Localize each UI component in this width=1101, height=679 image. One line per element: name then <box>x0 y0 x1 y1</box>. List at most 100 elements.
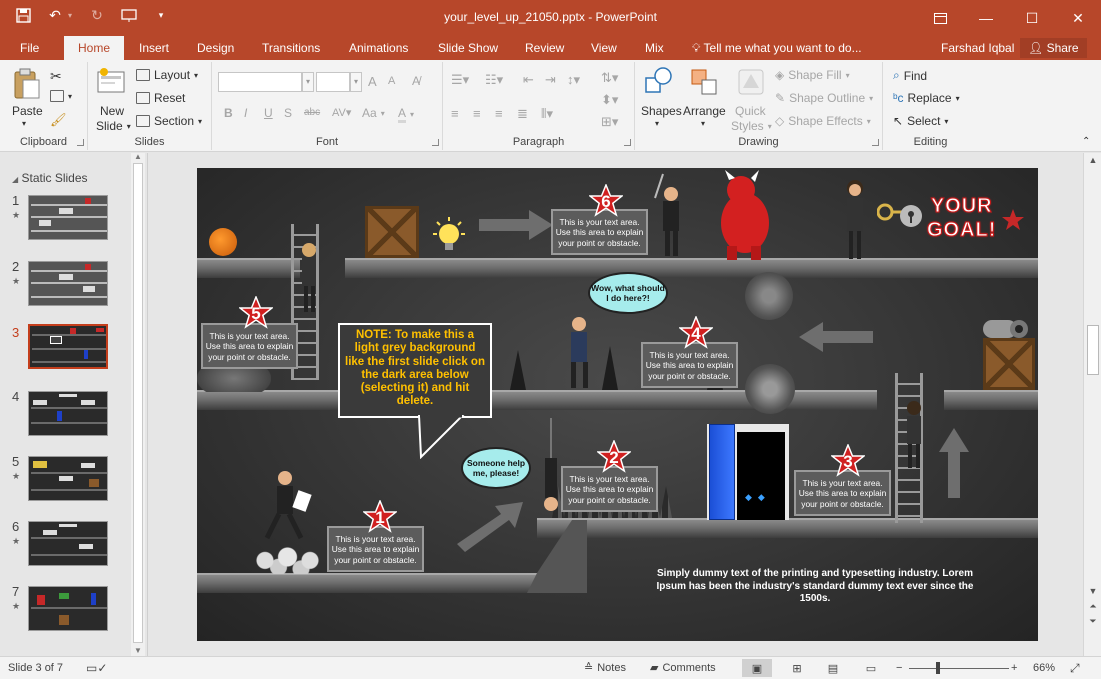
font-name-dropdown-icon[interactable]: ▾ <box>302 72 314 92</box>
clear-format-icon[interactable]: A̸ <box>412 74 420 88</box>
strikethrough-button[interactable]: abc <box>304 107 320 118</box>
lorem-text[interactable]: Simply dummy text of the printing and ty… <box>645 568 985 606</box>
tab-view[interactable]: View <box>581 36 627 60</box>
slide-thumbnail-5[interactable] <box>28 456 108 501</box>
tab-transitions[interactable]: Transitions <box>252 36 330 60</box>
new-slide-icon[interactable] <box>96 66 128 98</box>
shapes-dropdown-icon[interactable]: ▾ <box>655 119 659 128</box>
normal-view-icon[interactable]: ▣ <box>742 659 772 677</box>
arrange-icon[interactable] <box>689 66 721 98</box>
tell-me-box[interactable]: 💡︎ Tell me what you want to do... <box>692 36 862 60</box>
shadow-button[interactable]: S <box>284 106 292 120</box>
previous-slide-icon[interactable]: ⏶ <box>1084 601 1101 612</box>
text-direction-icon[interactable]: ⇅▾ <box>601 70 618 86</box>
arrange-button[interactable]: Arrange <box>683 104 726 118</box>
reset-button[interactable]: Reset <box>136 91 185 105</box>
spell-check-icon[interactable]: ▭✓ <box>86 657 107 679</box>
font-size-combo[interactable] <box>316 72 350 92</box>
slideshow-view-icon[interactable]: ▭ <box>856 659 886 677</box>
font-size-dropdown-icon[interactable]: ▾ <box>350 72 362 92</box>
maximize-icon[interactable]: ☐ <box>1009 0 1055 36</box>
quick-styles-icon[interactable] <box>735 66 767 98</box>
zoom-in-icon[interactable]: + <box>1011 657 1017 679</box>
slide-thumbnail-3[interactable] <box>28 324 108 369</box>
speech-bubble-wow[interactable]: Wow, what should I do here?! <box>588 272 668 314</box>
reading-view-icon[interactable]: ▤ <box>818 659 848 677</box>
slide-thumbnail-6[interactable] <box>28 521 108 566</box>
arrange-dropdown-icon[interactable]: ▾ <box>701 119 705 128</box>
ribbon-display-icon[interactable] <box>917 0 963 36</box>
smartart-icon[interactable]: ⊞▾ <box>601 114 618 130</box>
shrink-font-icon[interactable]: A <box>388 75 395 87</box>
layout-button[interactable]: Layout ▾ <box>136 68 198 82</box>
slide-thumbnail-7[interactable] <box>28 586 108 631</box>
format-painter-icon[interactable]: 🖌︎ <box>50 112 67 128</box>
tab-animations[interactable]: Animations <box>339 36 418 60</box>
tab-design[interactable]: Design <box>187 36 244 60</box>
fit-to-window-icon[interactable]: ⤢ <box>1070 657 1080 679</box>
shape-fill-button[interactable]: ◈ Shape Fill ▾ <box>775 68 850 82</box>
instruction-note[interactable]: NOTE: To make this a light grey backgrou… <box>338 323 492 418</box>
collapse-ribbon-icon[interactable]: ⌃ <box>1082 136 1090 147</box>
char-spacing-button[interactable]: AV▾ <box>332 106 351 119</box>
line-spacing-icon[interactable]: ↕▾ <box>567 72 580 88</box>
tab-home[interactable]: Home <box>64 36 124 60</box>
numbering-icon[interactable]: ☷▾ <box>485 72 503 88</box>
tab-slide-show[interactable]: Slide Show <box>428 36 508 60</box>
zoom-slider[interactable] <box>909 668 1009 669</box>
find-button[interactable]: ⌕ Find <box>893 68 927 83</box>
quick-styles-button-line2[interactable]: Styles ▾ <box>731 119 772 133</box>
close-icon[interactable]: ✕ <box>1055 0 1101 36</box>
justify-icon[interactable]: ≣ <box>517 106 528 122</box>
goal-title[interactable]: YOUR GOAL! <box>926 194 996 242</box>
columns-icon[interactable]: ⫴▾ <box>541 106 553 122</box>
shapes-icon[interactable] <box>643 66 675 98</box>
font-name-combo[interactable] <box>218 72 302 92</box>
slide-thumbnail-4[interactable] <box>28 391 108 436</box>
paragraph-launcher-icon[interactable] <box>624 139 631 146</box>
slide-scrollbar[interactable]: ▲ ▼ ⏶ ⏷ <box>1083 153 1101 656</box>
share-button[interactable]: 👤︎ Share <box>1020 38 1087 58</box>
tab-review[interactable]: Review <box>515 36 574 60</box>
new-slide-button[interactable]: New <box>100 104 124 118</box>
font-color-button[interactable]: A ▾ <box>398 106 414 123</box>
bullets-icon[interactable]: ☰▾ <box>451 72 469 88</box>
drawing-launcher-icon[interactable] <box>872 139 879 146</box>
font-launcher-icon[interactable] <box>432 139 439 146</box>
zoom-out-icon[interactable]: − <box>896 657 902 679</box>
scroll-up-icon[interactable]: ▲ <box>131 152 145 161</box>
tab-mix[interactable]: Mix <box>635 36 674 60</box>
scroll-down-icon[interactable]: ▼ <box>1084 586 1101 596</box>
copy-icon[interactable]: ▾ <box>50 90 72 102</box>
shapes-button[interactable]: Shapes <box>641 104 682 118</box>
align-text-icon[interactable]: ⬍▾ <box>601 92 618 108</box>
section-header[interactable]: ◢ Static Slides <box>12 171 88 185</box>
replace-button[interactable]: ᵇc Replace ▾ <box>893 91 960 105</box>
zoom-level[interactable]: 66% <box>1033 657 1055 679</box>
speech-bubble-help[interactable]: Someone help me, please! <box>461 447 531 489</box>
paste-button[interactable]: Paste <box>12 104 43 118</box>
tab-insert[interactable]: Insert <box>129 36 179 60</box>
decrease-indent-icon[interactable]: ⇤ <box>523 72 534 88</box>
thumbnail-scroll-thumb[interactable] <box>133 163 143 643</box>
select-button[interactable]: ↖ Select ▾ <box>893 114 948 128</box>
bold-button[interactable]: B <box>224 106 233 120</box>
slide-scroll-thumb[interactable] <box>1087 325 1099 375</box>
section-button[interactable]: Section ▾ <box>136 114 202 128</box>
italic-button[interactable]: I <box>244 106 247 120</box>
paste-icon[interactable] <box>12 68 44 100</box>
minimize-icon[interactable]: — <box>963 0 1009 36</box>
grow-font-icon[interactable]: A <box>368 74 377 89</box>
shape-outline-button[interactable]: ✎ Shape Outline ▾ <box>775 91 873 105</box>
quick-styles-button[interactable]: Quick <box>735 104 766 118</box>
align-center-icon[interactable]: ≡ <box>473 106 481 121</box>
align-left-icon[interactable]: ≡ <box>451 106 459 121</box>
user-name[interactable]: Farshad Iqbal <box>941 36 1014 60</box>
scroll-down-icon[interactable]: ▼ <box>131 646 145 655</box>
shape-effects-button[interactable]: ◇ Shape Effects ▾ <box>775 114 871 128</box>
comments-button[interactable]: ▰ Comments <box>650 657 716 679</box>
increase-indent-icon[interactable]: ⇥ <box>545 72 556 88</box>
change-case-button[interactable]: Aa ▾ <box>362 106 385 120</box>
thumbnail-scrollbar[interactable]: ▲ ▼ <box>131 152 145 656</box>
align-right-icon[interactable]: ≡ <box>495 106 503 121</box>
